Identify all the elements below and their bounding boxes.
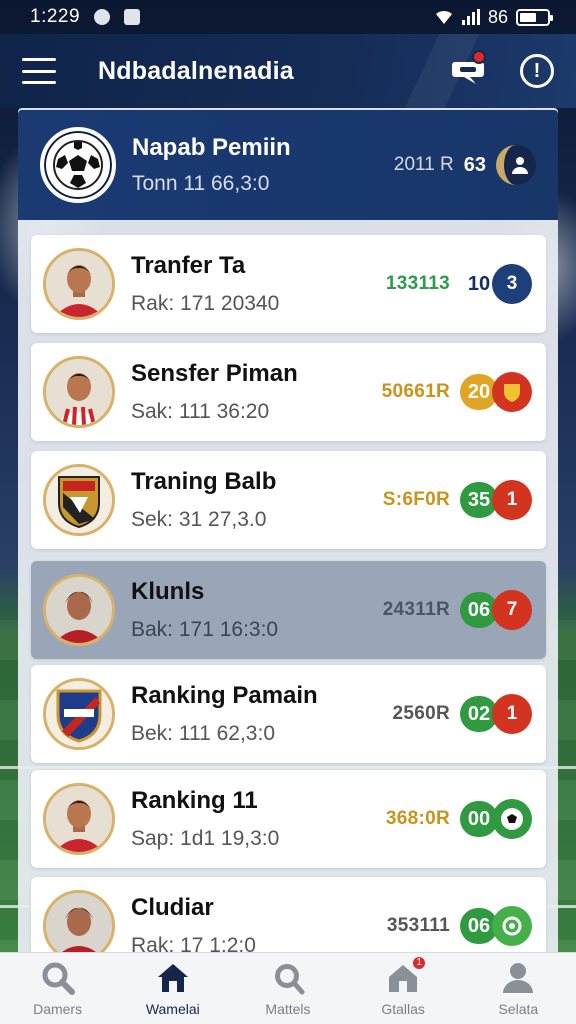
nav-item-mattels[interactable]: Mattels (238, 961, 338, 1017)
search-icon (40, 961, 76, 995)
list-item[interactable]: Sensfer Piman Sak: 111 36:20 50661R 20 (31, 343, 546, 441)
item-value: S:6F0R (382, 489, 450, 510)
score-badge: 10 3 (460, 264, 532, 304)
item-sub: Sek: 31 27,3.0 (131, 508, 267, 531)
list-item[interactable]: Ranking Pamain Bek: 111 62,3:0 2560R 02 1 (31, 665, 546, 763)
item-name: Ranking Pamain (131, 682, 318, 709)
app-header: Ndbadalnenadia ! (0, 34, 576, 108)
gallery-icon (124, 9, 141, 25)
item-value: 368:0R (385, 808, 450, 829)
rank-text: 7 (506, 599, 518, 620)
item-name: Traning Balb (131, 468, 277, 495)
rank-text: 1 (506, 703, 518, 724)
featured-value: 2011 R (393, 154, 454, 175)
item-value: 24311R (382, 599, 450, 620)
person-icon (496, 145, 536, 185)
menu-icon[interactable] (22, 58, 56, 84)
featured-name: Napab Pemiin (132, 134, 291, 161)
signal-icon (461, 9, 480, 25)
score-badge: 06 7 (460, 590, 532, 630)
app-title: Ndbadalnenadia (98, 56, 294, 85)
score-badge: 00 (460, 799, 532, 839)
avatar (43, 783, 115, 855)
nav-label: Damers (33, 1000, 83, 1017)
score-badge: 02 1 (460, 694, 532, 734)
item-sub: Sap: 1d1 19,3:0 (131, 827, 280, 850)
status-time: 1:229 (30, 6, 81, 27)
score-badge: 20 (460, 372, 532, 412)
list-item[interactable]: Tranfer Ta Rak: 171 20340 133113 10 3 (31, 235, 546, 333)
avatar (43, 574, 115, 646)
nav-label: Gtallas (381, 1000, 425, 1017)
item-name: Klunls (131, 578, 205, 605)
item-name: Sensfer Piman (131, 360, 298, 387)
featured-sub: Tonn 11 66,3:0 (132, 172, 270, 195)
item-value: 2560R (392, 703, 450, 724)
nav-item-gtallas[interactable]: 1 Gtallas (353, 954, 453, 1017)
item-name: Tranfer Ta (131, 252, 246, 279)
list-item[interactable]: Ranking 11 Sap: 1d1 19,3:0 368:0R 00 (31, 770, 546, 868)
nav-label: Mattels (265, 1000, 311, 1017)
rank-badge: 1 (492, 480, 532, 520)
nav-badge: 1 (411, 954, 428, 971)
chat-button[interactable] (450, 50, 486, 86)
soccer-ball-avatar (40, 127, 116, 203)
rank-badge: 3 (492, 264, 532, 304)
wifi-icon (435, 10, 452, 24)
exclamation-icon: ! (533, 59, 541, 82)
item-value: 133113 (385, 273, 450, 294)
featured-score: 63 (463, 153, 486, 176)
avatar (43, 356, 115, 428)
item-sub: Bak: 171 16:3:0 (131, 618, 279, 641)
rank-text: 3 (506, 273, 518, 294)
rank-text: 1 (506, 489, 518, 510)
alert-button[interactable]: ! (520, 54, 554, 88)
score-badge: 06 (460, 906, 532, 946)
rank-badge: 7 (492, 590, 532, 630)
matches-icon (270, 961, 306, 995)
item-sub: Rak: 171 20340 (131, 292, 280, 315)
club-icon (492, 799, 532, 839)
nav-label: Wamelai (145, 1000, 200, 1017)
nav-label: Selata (498, 1000, 539, 1017)
battery-icon (516, 8, 553, 26)
rank-badge: 1 (492, 694, 532, 734)
list-item[interactable]: Traning Balb Sek: 31 27,3.0 S:6F0R 35 1 (31, 451, 546, 549)
item-name: Ranking 11 (131, 787, 258, 814)
score-badge: 35 1 (460, 480, 532, 520)
bottom-nav: Damers Wamelai Mattels 1 Gtallas Selata (0, 952, 576, 1024)
item-value: 353111 (386, 915, 450, 936)
club-icon (492, 906, 532, 946)
avatar (43, 464, 115, 536)
item-name: Cludiar (131, 894, 214, 921)
nav-item-selata[interactable]: Selata (468, 961, 568, 1017)
soccer-ball-icon (53, 140, 103, 190)
avatar (43, 678, 115, 750)
notification-badge (472, 50, 486, 64)
avatar (43, 248, 115, 320)
home-icon (155, 961, 191, 995)
featured-card[interactable]: Napab Pemiin Tonn 11 66,3:0 2011 R 63 (18, 110, 558, 220)
nav-item-damers[interactable]: Damers (8, 961, 108, 1017)
item-value: 50661R (381, 381, 450, 402)
status-value: 86 (487, 6, 508, 27)
notification-icon (94, 9, 111, 25)
status-bar: 1:229 86 (0, 0, 576, 34)
profile-icon (500, 961, 536, 995)
nav-item-wamelai[interactable]: Wamelai (123, 961, 223, 1017)
item-sub: Bek: 111 62,3:0 (131, 722, 275, 745)
item-sub: Sak: 111 36:20 (131, 400, 270, 423)
club-icon (492, 372, 532, 412)
list-item[interactable]: Klunls Bak: 171 16:3:0 24311R 06 7 (31, 561, 546, 659)
